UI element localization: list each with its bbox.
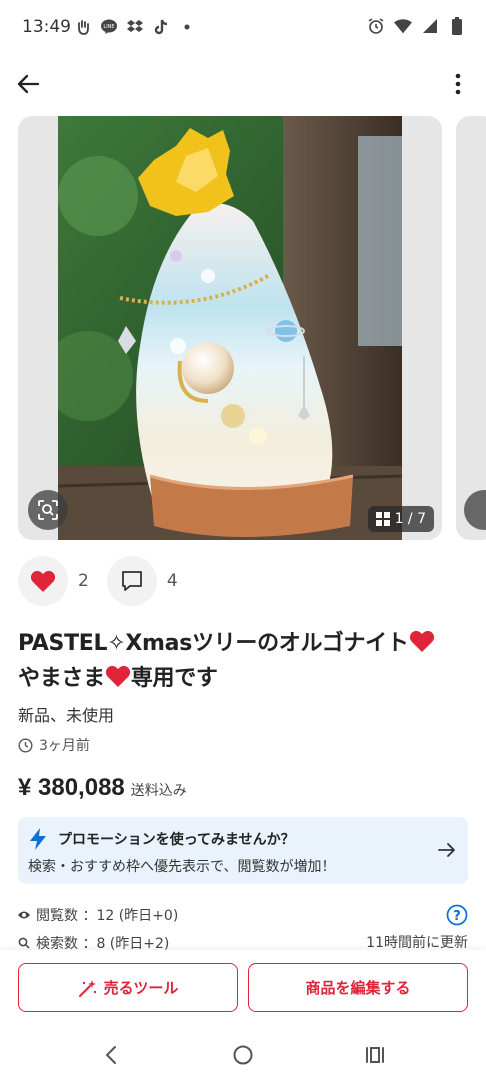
shipping-label: 送料込み bbox=[130, 783, 187, 799]
signal-icon bbox=[421, 17, 439, 35]
alarm-icon bbox=[367, 17, 385, 35]
red-heart-icon bbox=[409, 629, 435, 663]
arrow-right-icon bbox=[438, 843, 455, 857]
status-time: 13:49 bbox=[22, 17, 71, 37]
item-price: ¥ 380,088 bbox=[18, 774, 125, 801]
comment-button[interactable] bbox=[106, 556, 157, 606]
item-title-part3: 専用です bbox=[130, 666, 218, 691]
image-counter: 1 / 7 bbox=[367, 506, 434, 532]
svg-text:LINE: LINE bbox=[103, 24, 114, 30]
item-stats: 閲覧数 ：12 (昨日+0) 検索数 ：8 (昨日+2) ? 11時間前に更新 bbox=[18, 904, 468, 954]
battery-icon bbox=[448, 17, 466, 35]
image-search-icon bbox=[38, 500, 58, 520]
recents-icon bbox=[366, 1047, 384, 1063]
notification-dot-icon bbox=[178, 18, 196, 36]
product-image-carousel[interactable]: 1 / 7 bbox=[18, 116, 442, 540]
promotion-title: プロモーションを使ってみませんか？ bbox=[58, 832, 295, 848]
product-photo bbox=[58, 116, 402, 540]
app-bar bbox=[0, 56, 486, 112]
item-title: PASTEL✧Xmasツリーのオルゴナイト やまさま 専用です bbox=[18, 628, 473, 698]
promotion-description: 検索・おすすめ枠へ優先表示で、閲覧数が増加！ bbox=[28, 859, 336, 875]
updated-time: 11時間前に更新 bbox=[366, 935, 468, 951]
more-options-button[interactable] bbox=[444, 70, 472, 98]
search-icon bbox=[18, 937, 32, 949]
heart-icon bbox=[30, 570, 56, 592]
image-search-icon bbox=[464, 490, 486, 530]
eye-icon bbox=[18, 910, 32, 920]
like-count: 2 bbox=[78, 571, 89, 591]
arrow-left-icon bbox=[17, 74, 39, 94]
promotion-banner[interactable]: プロモーションを使ってみませんか？ 検索・おすすめ枠へ優先表示で、閲覧数が増加！ bbox=[18, 817, 468, 884]
item-title-part1: PASTEL✧Xmasツリーのオルゴナイト bbox=[18, 631, 409, 656]
lightning-icon bbox=[30, 828, 46, 850]
next-image-preview[interactable] bbox=[456, 116, 486, 540]
status-bar: 13:49 LINE bbox=[0, 0, 486, 56]
edit-item-button[interactable]: 商品を編集する bbox=[248, 963, 468, 1012]
comment-count: 4 bbox=[166, 571, 178, 591]
back-button[interactable] bbox=[14, 70, 42, 98]
reactions-row: 2 4 bbox=[18, 556, 196, 606]
nav-back-button[interactable] bbox=[96, 1040, 126, 1070]
posted-time-text: 3ヶ月前 bbox=[39, 738, 90, 754]
price-row: ¥ 380,088 送料込み bbox=[18, 774, 187, 802]
bottom-action-bar: 売るツール 商品を編集する bbox=[0, 950, 486, 1028]
image-counter-text: 1 / 7 bbox=[394, 511, 426, 527]
views-row: 閲覧数 ：12 (昨日+0) bbox=[18, 904, 468, 926]
system-nav-bar bbox=[0, 1028, 486, 1080]
hand-wave-icon bbox=[74, 18, 92, 36]
notification-icons: LINE bbox=[74, 18, 196, 36]
clock-icon bbox=[18, 737, 33, 753]
wifi-icon bbox=[394, 17, 412, 35]
help-icon[interactable]: ? bbox=[446, 904, 468, 930]
red-heart-icon bbox=[105, 664, 131, 698]
item-title-part2: やまさま bbox=[18, 666, 105, 691]
comment-icon bbox=[121, 571, 142, 591]
line-app-icon: LINE bbox=[100, 18, 118, 36]
tiktok-icon bbox=[152, 18, 170, 36]
nav-home-button[interactable] bbox=[228, 1040, 258, 1070]
more-vertical-icon bbox=[455, 73, 461, 95]
svg-text:?: ? bbox=[453, 909, 461, 924]
sell-tool-button[interactable]: 売るツール bbox=[18, 963, 238, 1012]
grid-icon bbox=[375, 512, 390, 526]
sell-tool-label: 売るツール bbox=[103, 979, 179, 997]
dropbox-icon bbox=[126, 18, 144, 36]
home-circle-icon bbox=[233, 1045, 253, 1065]
magic-wand-icon bbox=[78, 979, 96, 997]
like-button[interactable] bbox=[18, 556, 68, 606]
system-icons bbox=[367, 17, 466, 35]
views-count: 閲覧数 ：12 (昨日+0) bbox=[36, 908, 179, 924]
item-condition: 新品、未使用 bbox=[18, 706, 115, 725]
edit-item-label: 商品を編集する bbox=[305, 979, 411, 997]
chevron-left-icon bbox=[106, 1046, 116, 1064]
nav-recents-button[interactable] bbox=[360, 1040, 390, 1070]
image-search-button[interactable] bbox=[28, 490, 68, 530]
posted-time: 3ヶ月前 bbox=[18, 735, 90, 755]
